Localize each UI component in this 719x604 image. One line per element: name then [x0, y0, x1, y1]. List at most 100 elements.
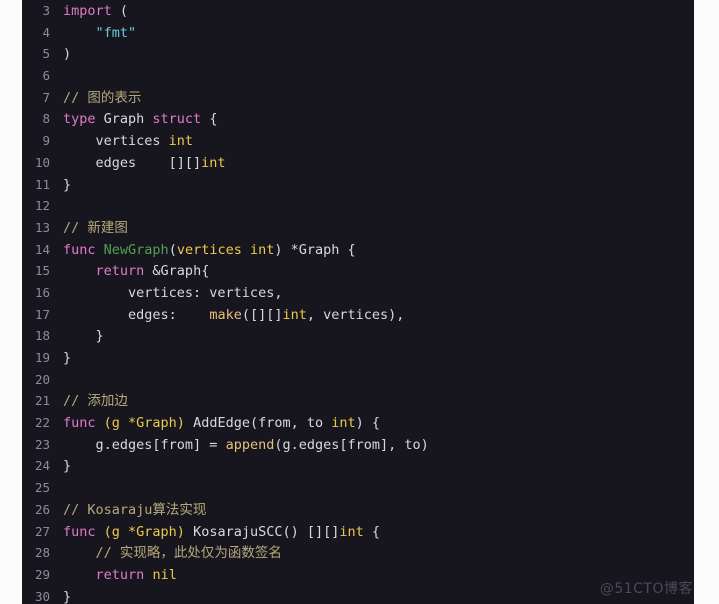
code-line[interactable]: 30}: [22, 586, 694, 604]
code-line-content[interactable]: }: [63, 177, 71, 193]
code-token-string: "fmt": [95, 24, 137, 41]
line-number: 7: [42, 89, 50, 105]
code-line[interactable]: 4 "fmt": [22, 22, 694, 44]
line-number: 15: [34, 263, 50, 279]
code-line[interactable]: 3 import (: [22, 0, 694, 22]
code-line[interactable]: 17 edges: make([][]int, vertices),: [22, 304, 694, 326]
code-line-content[interactable]: // 实现略，此处仅为函数签名: [63, 545, 282, 561]
line-number: 27: [34, 523, 50, 539]
code-line-content[interactable]: }: [63, 589, 71, 604]
code-token-plain: &Graph{: [144, 263, 210, 280]
code-line-content[interactable]: }: [63, 328, 104, 344]
code-line-content[interactable]: "fmt": [63, 24, 137, 41]
code-token-plain: g.edges[from] =: [63, 436, 226, 453]
line-number: 13: [34, 219, 50, 235]
code-token-plain: edges:: [63, 306, 210, 323]
code-token-plain: ([][]: [241, 306, 283, 323]
line-number: 23: [34, 436, 50, 452]
code-line-content[interactable]: type Graph struct {: [63, 111, 217, 127]
line-number: 9: [42, 133, 50, 149]
code-token-keyword: func: [63, 241, 96, 258]
code-line-content[interactable]: }: [63, 350, 71, 366]
code-line[interactable]: 10 edges [][]int: [22, 152, 694, 174]
code-line[interactable]: 18 }: [22, 325, 694, 347]
code-line[interactable]: 21 // 添加边: [22, 390, 694, 412]
code-line-content[interactable]: // 添加边: [63, 393, 128, 409]
code-token-type: int: [201, 154, 226, 171]
code-token-plain: (g.edges[from], to): [274, 436, 429, 453]
code-line[interactable]: 29 return nil: [22, 564, 694, 586]
line-number: 3: [42, 3, 50, 18]
code-token-plain: (: [168, 241, 177, 258]
code-line-content[interactable]: ): [63, 46, 71, 62]
code-line[interactable]: 6: [22, 65, 694, 87]
line-number: 18: [34, 328, 50, 344]
code-line-content[interactable]: edges [][]int: [63, 155, 226, 171]
code-editor-panel[interactable]: 3 import (4 "fmt" 5) 6 7// 图的表示 8 type Graph s…: [22, 0, 694, 604]
code-line[interactable]: 26 // Kosaraju算法实现: [22, 499, 694, 521]
code-token-comment: // 添加边: [63, 393, 128, 410]
code-token-plain: AddEdge(from, to: [184, 415, 332, 432]
code-line[interactable]: 24}: [22, 455, 694, 477]
code-token-keyword: type: [63, 111, 96, 128]
code-token-plain: }: [63, 328, 104, 345]
code-line-content[interactable]: func (g *Graph) AddEdge(from, to int) {: [63, 415, 380, 431]
code-token-plain: }: [63, 588, 72, 604]
code-token-plain: ) *Graph {: [274, 241, 356, 258]
line-number: 5: [42, 46, 50, 62]
code-line[interactable]: 28 // 实现略，此处仅为函数签名: [22, 542, 694, 564]
line-number: 17: [34, 306, 50, 322]
code-token-plain: ) {: [355, 415, 381, 432]
code-line[interactable]: 27 func (g *Graph) KosarajuSCC() [][]int …: [22, 521, 694, 543]
page-left-margin: [0, 0, 22, 604]
code-token-type: vertices int: [176, 241, 275, 258]
code-line-content[interactable]: func NewGraph(vertices int) *Graph {: [63, 242, 356, 258]
code-line-content[interactable]: g.edges[from] = append(g.edges[from], to…: [63, 437, 429, 453]
code-line[interactable]: 13 // 新建图: [22, 217, 694, 239]
code-line-content[interactable]: edges: make([][]int, vertices),: [63, 307, 404, 323]
line-number: 19: [34, 350, 50, 365]
code-token-plain: Graph: [95, 111, 153, 128]
code-line[interactable]: 8 type Graph struct {: [22, 108, 694, 130]
code-line[interactable]: 14 func NewGraph(vertices int) *Graph {: [22, 239, 694, 261]
line-number: 12: [34, 198, 50, 214]
code-line[interactable]: 7 // 图的表示: [22, 87, 694, 109]
code-line-content[interactable]: vertices int: [63, 133, 194, 149]
code-line[interactable]: 19}: [22, 347, 694, 369]
code-line[interactable]: 22 func (g *Graph) AddEdge(from, to int) …: [22, 412, 694, 434]
code-line-content[interactable]: }: [63, 458, 71, 474]
code-token-plain: ): [63, 46, 72, 63]
code-line-content[interactable]: return nil: [63, 567, 177, 583]
code-line-content[interactable]: vertices: vertices,: [63, 285, 282, 301]
code-line[interactable]: 25: [22, 477, 694, 499]
code-line-content[interactable]: import (: [63, 3, 128, 19]
code-line[interactable]: 20: [22, 369, 694, 391]
code-token-type: nil: [152, 566, 177, 583]
code-token-keyword: struct: [152, 111, 202, 128]
code-token-comment: // 新建图: [63, 219, 128, 236]
code-line[interactable]: 12: [22, 195, 694, 217]
code-line[interactable]: 11}: [22, 174, 694, 196]
code-token-plain: {: [363, 523, 381, 540]
code-line[interactable]: 9 vertices int: [22, 130, 694, 152]
code-token-plain: }: [63, 458, 72, 475]
code-line-content[interactable]: // 图的表示: [63, 90, 141, 106]
code-line-content[interactable]: // 新建图: [63, 220, 128, 236]
code-token-plain: (: [111, 3, 129, 19]
code-line-content[interactable]: func (g *Graph) KosarajuSCC() [][]int {: [63, 524, 380, 540]
code-token-type: int: [339, 523, 364, 540]
line-number: 4: [42, 24, 50, 40]
code-line-list[interactable]: 3 import (4 "fmt" 5) 6 7// 图的表示 8 type Graph s…: [22, 0, 694, 604]
code-token-plain: edges [][]: [63, 154, 202, 171]
code-line-content[interactable]: return &Graph{: [63, 263, 210, 280]
code-line-content[interactable]: // Kosaraju算法实现: [63, 502, 206, 518]
line-number: 11: [34, 176, 50, 192]
code-line[interactable]: 15 return &Graph{: [22, 260, 694, 282]
code-line[interactable]: 23 g.edges[from] = append(g.edges[from],…: [22, 434, 694, 456]
code-line[interactable]: 5): [22, 43, 694, 65]
code-token-builtin_function: make: [209, 306, 242, 323]
code-line[interactable]: 16 vertices: vertices,: [22, 282, 694, 304]
